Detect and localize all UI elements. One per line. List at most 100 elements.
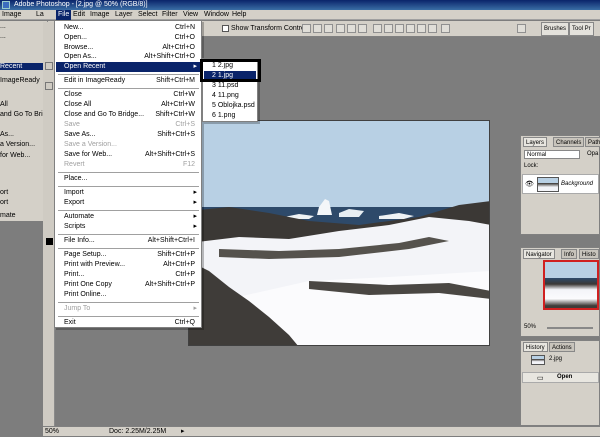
distribute-vcenter-icon[interactable] [384, 24, 393, 33]
snapshot-thumbnail [531, 355, 545, 365]
tab-navigator[interactable]: Navigator [523, 249, 555, 259]
menu-item-new[interactable]: New... Ctrl+N [56, 23, 201, 33]
distribute-bottom-icon[interactable] [395, 24, 404, 33]
menu-item-edit-in-imageready[interactable]: Edit in ImageReady Shift+Ctrl+M [56, 76, 201, 86]
distribute-top-icon[interactable] [373, 24, 382, 33]
menu-item-shortcut: Alt+Shift+Ctrl+S [145, 151, 195, 158]
tab-brushes[interactable]: Brushes [541, 22, 570, 36]
menu-item-close-and-go-to-bridge[interactable]: Close and Go To Bridge... Shift+Ctrl+W [56, 110, 201, 120]
menu-select[interactable]: Select [138, 10, 157, 20]
snapshot-name[interactable]: 2.jpg [549, 356, 562, 362]
menu-item-close[interactable]: Close Ctrl+W [56, 90, 201, 100]
menu-separator [58, 302, 199, 303]
menu-item-save-as[interactable]: Save As... Shift+Ctrl+S [56, 130, 201, 140]
auto-align-icon[interactable] [441, 24, 450, 33]
menu-item-import[interactable]: Import ▸ [56, 188, 201, 198]
menu-view[interactable]: View [183, 10, 198, 20]
tool-icon[interactable] [45, 62, 53, 70]
menu-item-shortcut: Ctrl+N [174, 24, 195, 31]
menu-item-open[interactable]: Open... Ctrl+O [56, 33, 201, 43]
tool-icon[interactable] [45, 82, 53, 90]
align-top-icon[interactable] [302, 24, 311, 33]
menu-item-print-one-copy[interactable]: Print One Copy Alt+Shift+Ctrl+P [56, 280, 201, 290]
history-step-open[interactable]: ▭ Open [522, 372, 599, 383]
distribute-hcenter-icon[interactable] [417, 24, 426, 33]
tab-histogram[interactable]: Histo [579, 249, 599, 259]
menu-item-automate[interactable]: Automate ▸ [56, 212, 201, 222]
menu-file[interactable]: File [56, 10, 72, 20]
behind-item: ort [0, 189, 9, 196]
recent-file-item[interactable]: 6 1.png [204, 111, 256, 121]
tab-tool-presets[interactable]: Tool Pr [569, 22, 594, 36]
menu-item-label: Print One Copy [64, 281, 112, 288]
opacity-label: Opa [587, 151, 599, 157]
menu-item-place[interactable]: Place... [56, 174, 201, 184]
behind-item: ImageReady [0, 77, 40, 84]
navigator-preview[interactable] [543, 260, 599, 310]
menu-item-shortcut: Shift+Ctrl+M [156, 77, 195, 84]
eye-visibility-icon[interactable]: 👁 [525, 180, 534, 188]
menu-filter[interactable]: Filter [162, 10, 178, 20]
menu-item-label: New... [64, 24, 84, 31]
recent-file-item[interactable]: 4 11.png [204, 91, 256, 101]
align-right-icon[interactable] [358, 24, 367, 33]
tab-history[interactable]: History [523, 342, 548, 352]
blend-mode-select[interactable]: Normal [524, 150, 580, 159]
menu-item-page-setup[interactable]: Page Setup... Shift+Ctrl+P [56, 250, 201, 260]
menu-item-save-for-web[interactable]: Save for Web... Alt+Shift+Ctrl+S [56, 150, 201, 160]
menu-help[interactable]: Help [232, 10, 246, 20]
menu-window[interactable]: Window [204, 10, 229, 20]
show-transform-checkbox[interactable] [222, 25, 229, 32]
menu-item-open-as[interactable]: Open As... Alt+Shift+Ctrl+O [56, 52, 201, 62]
menu-item-open-recent[interactable]: Open Recent ▸ [56, 62, 201, 72]
foreground-color-icon[interactable] [46, 238, 53, 245]
recent-file-item[interactable]: 3 11.psd [204, 81, 256, 91]
document-canvas[interactable] [188, 120, 490, 346]
align-bottom-icon[interactable] [324, 24, 333, 33]
tab-actions[interactable]: Actions [549, 342, 575, 352]
align-hcenter-icon[interactable] [347, 24, 356, 33]
menu-item-close-all[interactable]: Close All Alt+Ctrl+W [56, 100, 201, 110]
align-vcenter-icon[interactable] [313, 24, 322, 33]
align-left-icon[interactable] [336, 24, 345, 33]
background-menu-behind: ... ... Recent ImageReady All and Go To … [0, 21, 50, 221]
menu-item-shortcut: Alt+Shift+Ctrl+O [144, 53, 195, 60]
menu-edit[interactable]: Edit [73, 10, 85, 20]
menu-item-print-with-preview[interactable]: Print with Preview... Alt+Ctrl+P [56, 260, 201, 270]
menu-layer[interactable]: Layer [115, 10, 133, 20]
history-step-label: Open [557, 374, 573, 380]
distribute-left-icon[interactable] [406, 24, 415, 33]
menu-separator [58, 234, 199, 235]
menu-separator [58, 88, 199, 89]
menu-item-shortcut: Shift+Ctrl+S [157, 131, 195, 138]
menu-item-file-info[interactable]: File Info... Alt+Shift+Ctrl+I [56, 236, 201, 246]
tab-info[interactable]: Info [561, 249, 578, 259]
layer-row-background[interactable]: 👁 Background [522, 174, 599, 194]
distribute-right-icon[interactable] [428, 24, 437, 33]
file-menu-dropdown: New... Ctrl+N Open... Ctrl+O Browse... Alt+… [54, 20, 202, 328]
tab-paths[interactable]: Paths [585, 137, 600, 147]
menu-image[interactable]: Image [90, 10, 109, 20]
menu-item-shortcut: Ctrl+W [173, 91, 195, 98]
menu-partial-image[interactable]: Image [2, 10, 21, 20]
menu-separator [58, 172, 199, 173]
navigator-zoom[interactable]: 50% [524, 324, 536, 330]
recent-file-item[interactable]: 5 Oblojka.psd [204, 101, 256, 111]
menu-item-label: Browse... [64, 44, 94, 51]
zoom-slider[interactable] [547, 327, 593, 329]
menu-item-label: Revert [64, 161, 85, 168]
menu-item-exit[interactable]: Exit Ctrl+Q [56, 318, 201, 328]
window-title: Adobe Photoshop - [2.jpg @ 50% (RGB/8)] [14, 1, 148, 8]
lock-label: Lock: [524, 163, 539, 169]
menu-item-scripts[interactable]: Scripts ▸ [56, 222, 201, 232]
menu-partial-layer[interactable]: La [36, 10, 44, 20]
menu-item-print-online[interactable]: Print Online... [56, 290, 201, 300]
menu-bar: Image La File Edit Image Layer Select Fi… [0, 10, 600, 20]
tab-channels[interactable]: Channels [553, 137, 585, 147]
menu-item-shortcut: Shift+Ctrl+P [157, 251, 195, 258]
menu-item-label: Exit [64, 319, 76, 326]
landscape-photo [189, 121, 489, 345]
menu-item-print[interactable]: Print... Ctrl+P [56, 270, 201, 280]
tab-layers[interactable]: Layers [523, 137, 548, 147]
menu-item-export[interactable]: Export ▸ [56, 198, 201, 208]
